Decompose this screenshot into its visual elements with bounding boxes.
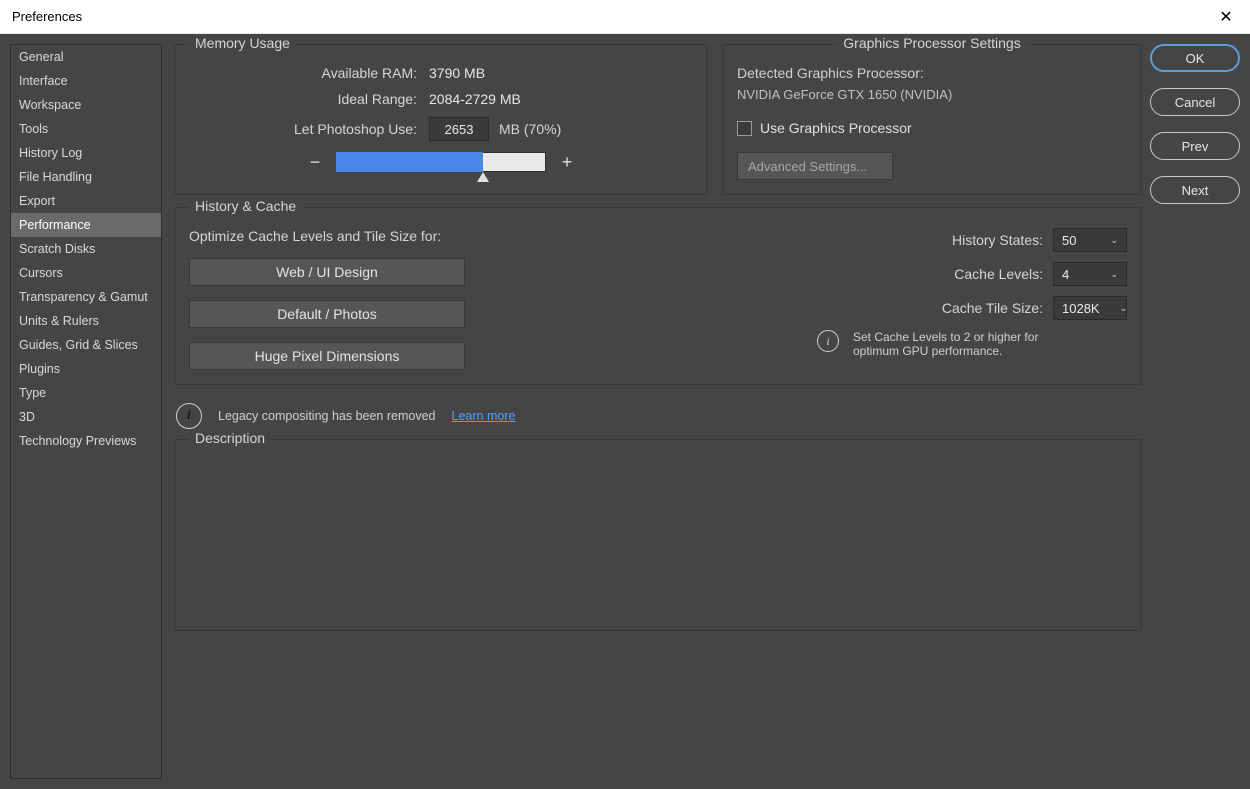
memory-increase-button[interactable]: + <box>556 151 578 173</box>
history-states-label: History States: <box>952 232 1043 248</box>
use-gpu-checkbox[interactable] <box>737 121 752 136</box>
ideal-range-value: 2084-2729 MB <box>429 91 521 107</box>
cache-levels-dropdown[interactable]: 4 ⌄ <box>1053 262 1127 286</box>
cancel-button[interactable]: Cancel <box>1150 88 1240 116</box>
sidebar-item-tools[interactable]: Tools <box>11 117 161 141</box>
preset-web-ui-design-button[interactable]: Web / UI Design <box>189 258 465 286</box>
sidebar-item-type[interactable]: Type <box>11 381 161 405</box>
dialog-buttons: OK Cancel Prev Next <box>1150 44 1240 779</box>
optimize-label: Optimize Cache Levels and Tile Size for: <box>189 228 817 244</box>
next-button[interactable]: Next <box>1150 176 1240 204</box>
history-cache-group: History & Cache Optimize Cache Levels an… <box>174 207 1142 385</box>
cache-tile-size-dropdown[interactable]: 1028K ⌄ <box>1053 296 1127 320</box>
main-area: Memory Usage Available RAM: 3790 MB Idea… <box>162 44 1240 779</box>
sidebar-item-general[interactable]: General <box>11 45 161 69</box>
available-ram-label: Available RAM: <box>189 65 429 81</box>
sidebar-item-cursors[interactable]: Cursors <box>11 261 161 285</box>
sidebar-item-3d[interactable]: 3D <box>11 405 161 429</box>
memory-decrease-button[interactable]: − <box>304 151 326 173</box>
use-gpu-label: Use Graphics Processor <box>760 120 912 136</box>
sidebar-item-scratch-disks[interactable]: Scratch Disks <box>11 237 161 261</box>
history-states-dropdown[interactable]: 50 ⌄ <box>1053 228 1127 252</box>
info-icon: i <box>817 330 839 352</box>
chevron-down-icon: ⌄ <box>1108 303 1128 314</box>
history-cache-title: History & Cache <box>189 198 302 214</box>
content-column: Memory Usage Available RAM: 3790 MB Idea… <box>174 44 1142 779</box>
sidebar-item-units-rulers[interactable]: Units & Rulers <box>11 309 161 333</box>
sidebar-item-performance[interactable]: Performance <box>11 213 161 237</box>
cache-levels-label: Cache Levels: <box>954 266 1043 282</box>
prev-button[interactable]: Prev <box>1150 132 1240 160</box>
preset-default-photos-button[interactable]: Default / Photos <box>189 300 465 328</box>
titlebar: Preferences ✕ <box>0 0 1250 34</box>
sidebar-item-interface[interactable]: Interface <box>11 69 161 93</box>
sidebar-item-export[interactable]: Export <box>11 189 161 213</box>
gpu-settings-title: Graphics Processor Settings <box>837 35 1026 51</box>
detected-gpu-label: Detected Graphics Processor: <box>737 65 1127 81</box>
memory-usage-title: Memory Usage <box>189 35 296 51</box>
description-title: Description <box>189 430 271 446</box>
advanced-settings-button[interactable]: Advanced Settings... <box>737 152 893 180</box>
learn-more-link[interactable]: Learn more <box>452 409 516 423</box>
cache-info-text: Set Cache Levels to 2 or higher for opti… <box>853 330 1063 358</box>
sidebar-item-workspace[interactable]: Workspace <box>11 93 161 117</box>
gpu-settings-group: Graphics Processor Settings Detected Gra… <box>722 44 1142 195</box>
cache-tile-size-label: Cache Tile Size: <box>942 300 1043 316</box>
category-sidebar: GeneralInterfaceWorkspaceToolsHistory Lo… <box>10 44 162 779</box>
memory-slider[interactable] <box>336 152 546 172</box>
legacy-compositing-row: i Legacy compositing has been removed Le… <box>174 397 1142 439</box>
info-icon: i <box>176 403 202 429</box>
ok-button[interactable]: OK <box>1150 44 1240 72</box>
use-gpu-row[interactable]: Use Graphics Processor <box>737 120 1127 136</box>
memory-usage-group: Memory Usage Available RAM: 3790 MB Idea… <box>174 44 708 195</box>
chevron-down-icon: ⌄ <box>1098 235 1118 246</box>
close-icon[interactable]: ✕ <box>1210 1 1242 33</box>
sidebar-item-technology-previews[interactable]: Technology Previews <box>11 429 161 453</box>
sidebar-item-file-handling[interactable]: File Handling <box>11 165 161 189</box>
preferences-panel: GeneralInterfaceWorkspaceToolsHistory Lo… <box>0 34 1250 789</box>
cache-info-row: i Set Cache Levels to 2 or higher for op… <box>817 330 1127 358</box>
description-group: Description <box>174 439 1142 631</box>
sidebar-item-history-log[interactable]: History Log <box>11 141 161 165</box>
memory-use-input[interactable] <box>429 117 489 141</box>
available-ram-value: 3790 MB <box>429 65 485 81</box>
window-title: Preferences <box>12 9 82 24</box>
sidebar-item-plugins[interactable]: Plugins <box>11 357 161 381</box>
legacy-compositing-text: Legacy compositing has been removed <box>218 409 436 423</box>
sidebar-item-guides-grid-slices[interactable]: Guides, Grid & Slices <box>11 333 161 357</box>
let-photoshop-use-label: Let Photoshop Use: <box>189 121 429 137</box>
sidebar-item-transparency-gamut[interactable]: Transparency & Gamut <box>11 285 161 309</box>
preset-huge-pixel-dimensions-button[interactable]: Huge Pixel Dimensions <box>189 342 465 370</box>
detected-gpu-value: NVIDIA GeForce GTX 1650 (NVIDIA) <box>737 87 1127 102</box>
ideal-range-label: Ideal Range: <box>189 91 429 107</box>
chevron-down-icon: ⌄ <box>1098 269 1118 280</box>
memory-use-suffix: MB (70%) <box>499 121 561 137</box>
